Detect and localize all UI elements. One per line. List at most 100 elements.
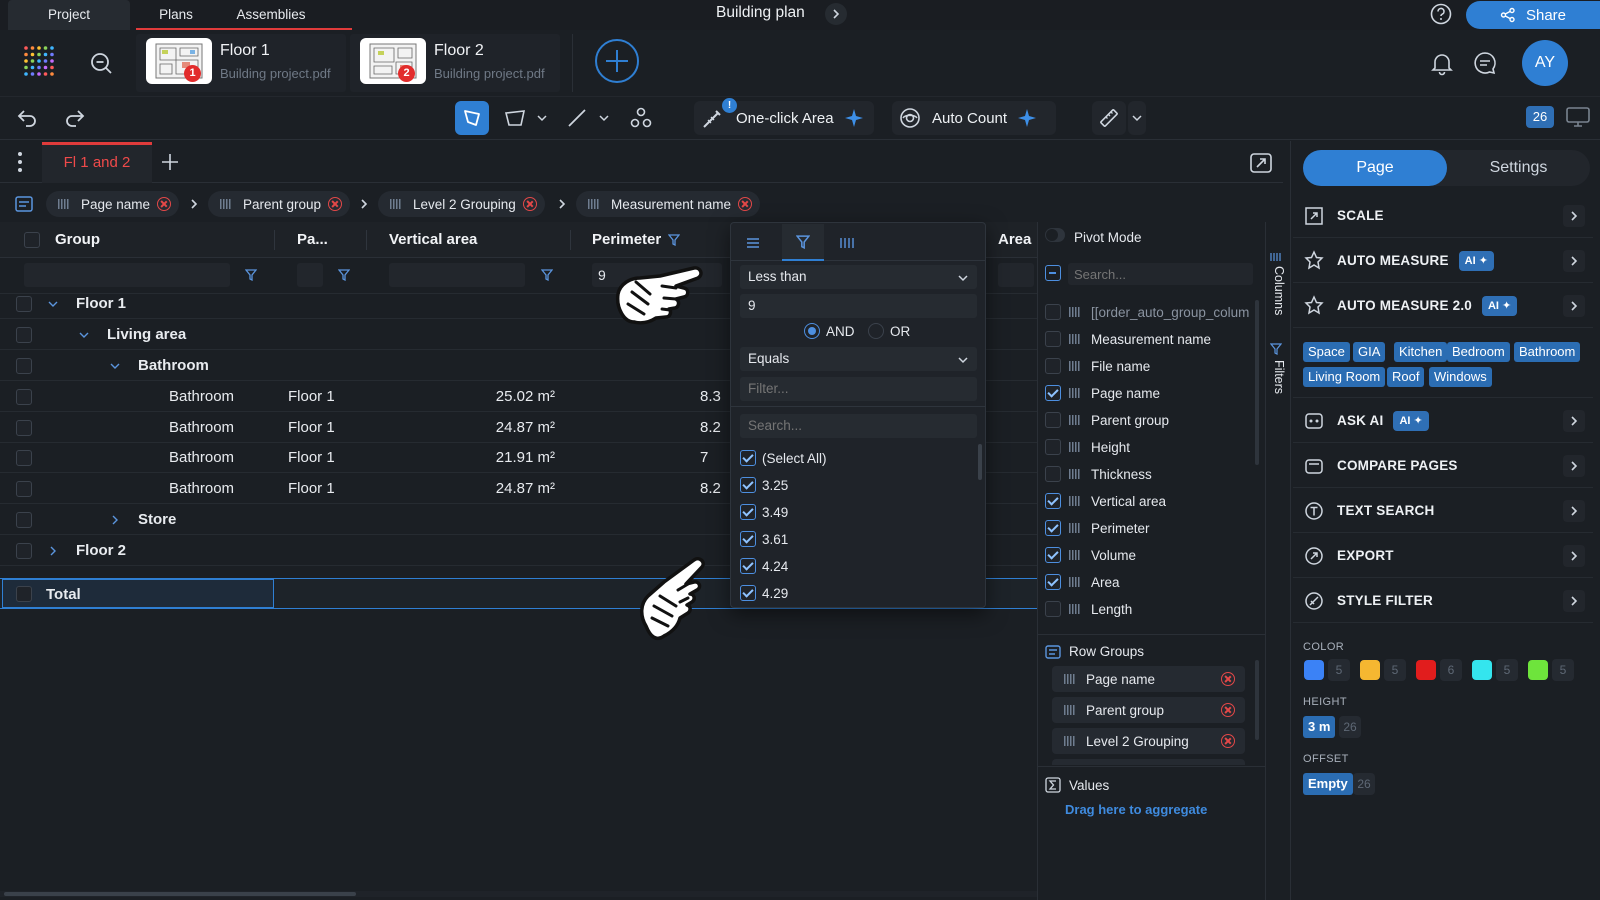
chevron-right-icon[interactable]	[1563, 249, 1585, 272]
column-header-area[interactable]: Area	[998, 224, 1031, 256]
column-item[interactable]: File name	[1045, 355, 1250, 377]
apps-grid-icon[interactable]	[22, 44, 56, 78]
measure-tag[interactable]: Kitchen	[1394, 342, 1448, 362]
drag-handle-icon[interactable]	[1064, 674, 1076, 684]
row-checkbox[interactable]	[16, 512, 32, 528]
measure-tag[interactable]: GIA	[1353, 342, 1386, 362]
remove-circle-icon[interactable]	[328, 197, 343, 211]
toggle-all-columns-checkbox[interactable]	[1045, 265, 1061, 281]
or-radio[interactable]: OR	[868, 321, 910, 341]
section-ask-ai[interactable]: ASK AI AI ✦	[1293, 399, 1593, 443]
filter-option[interactable]: 3.25	[740, 475, 788, 495]
row-checkbox[interactable]	[16, 420, 32, 436]
group-filter-input[interactable]	[24, 263, 230, 287]
count-tool-button[interactable]	[624, 101, 658, 135]
row-group-item[interactable]: Page name	[1052, 666, 1245, 692]
filter-option[interactable]: 3.61	[740, 529, 788, 549]
tab-settings[interactable]: Settings	[1447, 150, 1590, 186]
chevron-right-icon[interactable]	[1563, 454, 1585, 477]
filter-search-input[interactable]	[740, 414, 977, 438]
checkbox-unchecked-icon[interactable]	[1045, 466, 1061, 482]
notification-bell-icon[interactable]	[1428, 49, 1456, 77]
popup-menu-tab[interactable]	[742, 232, 764, 254]
measure-tag[interactable]: Bedroom	[1447, 342, 1510, 362]
filter-condition-2-select[interactable]: Equals	[740, 347, 977, 371]
filter-option[interactable]: 3.49	[740, 502, 788, 522]
row-checkbox[interactable]	[16, 296, 32, 312]
one-click-area-button[interactable]: One-click Area	[694, 101, 874, 135]
drag-handle-icon[interactable]	[1064, 705, 1076, 715]
checkbox-unchecked-icon[interactable]	[1045, 439, 1061, 455]
column-header-vertical-area[interactable]: Vertical area	[389, 224, 477, 256]
share-button[interactable]: Share	[1466, 1, 1600, 29]
line-tool-dropdown[interactable]	[596, 101, 612, 135]
add-sheet-button[interactable]	[158, 150, 182, 174]
column-item[interactable]: Height	[1045, 436, 1250, 458]
drag-handle-icon[interactable]	[1069, 604, 1081, 614]
user-avatar[interactable]: AY	[1522, 40, 1568, 86]
chevron-down-icon[interactable]	[77, 328, 91, 342]
section-text-search[interactable]: TEXT SEARCH	[1293, 489, 1593, 533]
side-tab-columns[interactable]: Columns	[1266, 266, 1286, 326]
filter-option[interactable]: 4.24	[740, 556, 788, 576]
measure-tag[interactable]: Roof	[1387, 367, 1425, 387]
filter-icon[interactable]	[244, 268, 258, 282]
file-tab-floor-2[interactable]: 2 Floor 2 Building project.pdf	[350, 34, 560, 92]
chevron-right-icon[interactable]	[108, 513, 122, 527]
more-vertical-icon[interactable]	[12, 150, 28, 174]
drag-handle-icon[interactable]	[1069, 442, 1081, 452]
popup-scrollbar-thumb[interactable]	[978, 444, 982, 480]
section-export[interactable]: EXPORT	[1293, 534, 1593, 578]
column-item[interactable]: Parent group	[1045, 409, 1250, 431]
chevron-right-icon[interactable]	[1563, 499, 1585, 522]
area-tool-dropdown[interactable]	[534, 101, 550, 135]
remove-circle-icon[interactable]	[738, 197, 753, 211]
remove-circle-icon[interactable]	[1221, 734, 1235, 748]
offset-value-chip[interactable]: Empty	[1303, 773, 1353, 795]
row-group-item[interactable]: Level 2 Grouping	[1052, 728, 1245, 754]
column-header-group[interactable]: Group	[55, 224, 100, 256]
color-swatch[interactable]	[1304, 660, 1324, 680]
chevron-right-icon[interactable]	[46, 544, 60, 558]
drag-handle-icon[interactable]	[1069, 307, 1081, 317]
column-filter-active-icon[interactable]	[667, 233, 681, 247]
file-tab-floor-1[interactable]: 1 Floor 1 Building project.pdf	[136, 34, 346, 92]
column-item[interactable]: Volume	[1045, 544, 1250, 566]
checkbox-unchecked-icon[interactable]	[1045, 304, 1061, 320]
drag-handle-icon[interactable]	[1069, 388, 1081, 398]
section-auto-measure-2-0[interactable]: AUTO MEASURE 2.0 AI ✦	[1293, 284, 1593, 328]
column-item[interactable]: Vertical area	[1045, 490, 1250, 512]
filter-value-1-input[interactable]: 9	[740, 294, 977, 318]
measure-tag[interactable]: Living Room	[1303, 367, 1386, 387]
popup-filter-tab[interactable]	[782, 224, 824, 261]
checkbox-unchecked-icon[interactable]	[1045, 412, 1061, 428]
column-header-parent[interactable]: Pa...	[297, 224, 328, 256]
row-group-item[interactable]: Parent group	[1052, 697, 1245, 723]
measure-tag[interactable]: Space	[1303, 342, 1350, 362]
remove-circle-icon[interactable]	[157, 197, 172, 211]
chevron-right-icon[interactable]	[1563, 409, 1585, 432]
sheet-tab-active[interactable]: Fl 1 and 2	[42, 142, 152, 183]
select-all-checkbox[interactable]	[24, 232, 40, 248]
chevron-right-icon[interactable]	[1563, 294, 1585, 317]
chevron-down-icon[interactable]	[108, 359, 122, 373]
columns-scrollbar-thumb[interactable]	[1255, 300, 1259, 465]
add-file-button[interactable]	[594, 38, 640, 84]
row-checkbox[interactable]	[16, 389, 32, 405]
column-item[interactable]: Perimeter	[1045, 517, 1250, 539]
row-checkbox[interactable]	[16, 450, 32, 466]
remove-circle-icon[interactable]	[1221, 703, 1235, 717]
expand-panel-icon[interactable]	[1248, 150, 1274, 176]
select-tool-button[interactable]	[455, 101, 489, 135]
drag-handle-icon[interactable]	[1069, 334, 1081, 344]
color-swatch[interactable]	[1360, 660, 1380, 680]
checkbox-checked-icon[interactable]	[1045, 520, 1061, 536]
filter-value-2-input[interactable]	[740, 377, 977, 401]
help-icon[interactable]	[1430, 3, 1452, 25]
column-item[interactable]: Page name	[1045, 382, 1250, 404]
and-radio[interactable]: AND	[804, 321, 855, 341]
remove-circle-icon[interactable]	[1221, 672, 1235, 686]
drag-handle-icon[interactable]	[1064, 736, 1076, 746]
measure-tag[interactable]: Bathroom	[1514, 342, 1581, 362]
pivot-mode-toggle[interactable]	[1045, 228, 1065, 242]
